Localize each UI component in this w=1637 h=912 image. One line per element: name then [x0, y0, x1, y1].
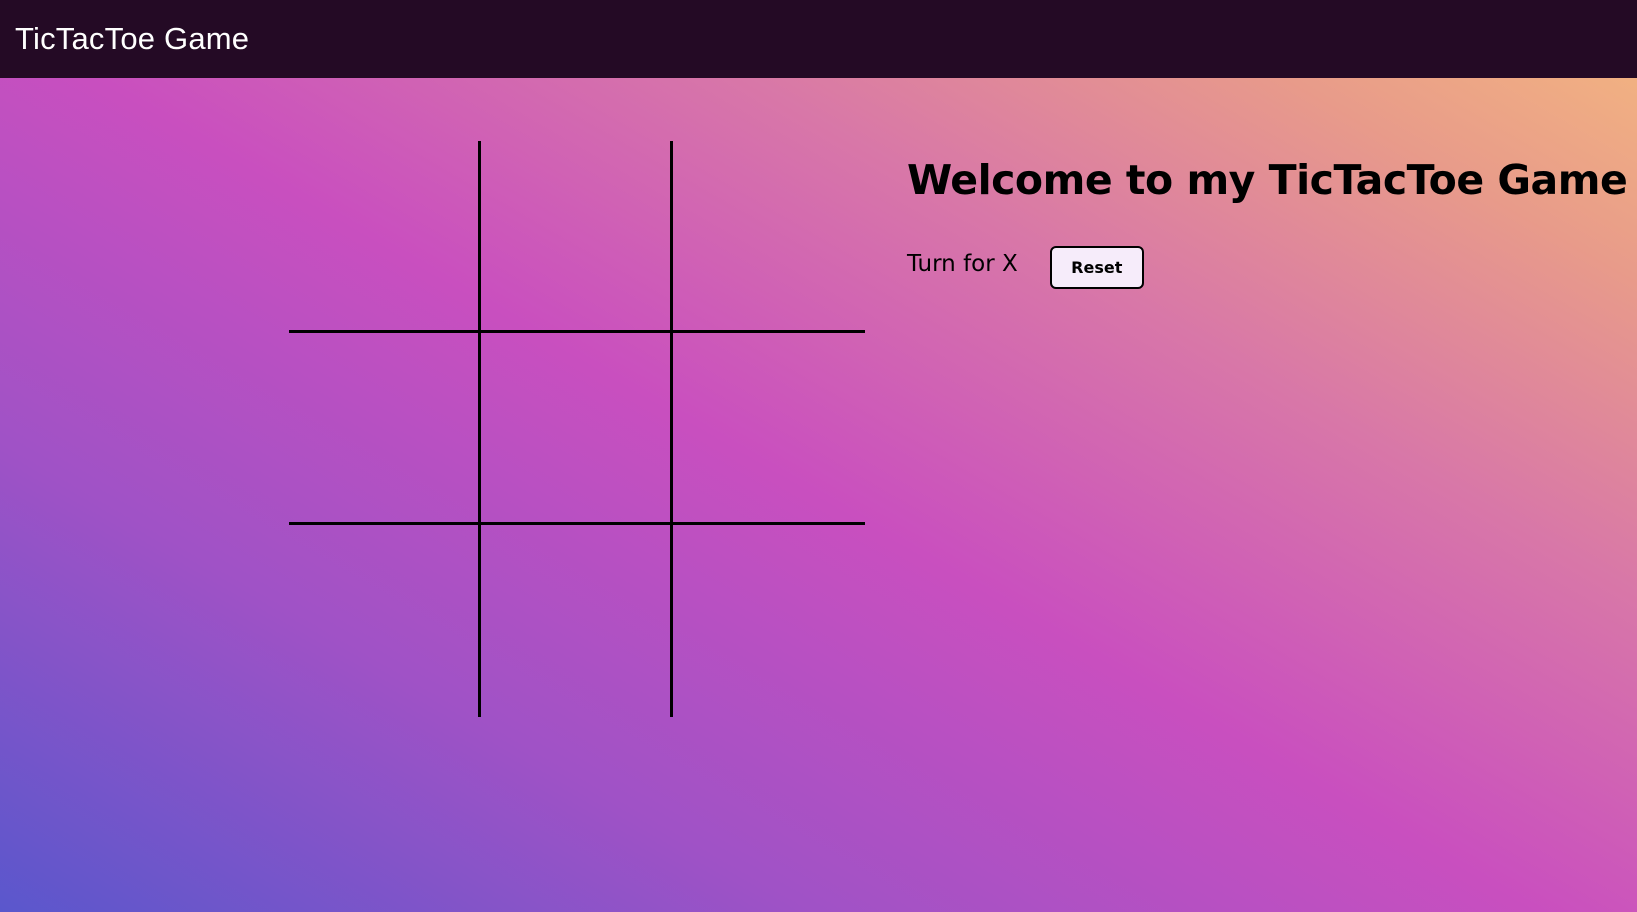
game-board [289, 141, 865, 717]
board-cell-7[interactable] [481, 525, 673, 717]
navbar: TicTacToe Game [0, 0, 1637, 78]
reset-button[interactable]: Reset [1049, 246, 1144, 289]
board-cell-4[interactable] [481, 333, 673, 525]
board-cell-5[interactable] [673, 333, 865, 525]
board-cell-8[interactable] [673, 525, 865, 717]
board-cell-3[interactable] [289, 333, 481, 525]
turn-indicator: Turn for X [907, 250, 1018, 277]
board-cell-1[interactable] [481, 141, 673, 333]
board-cell-0[interactable] [289, 141, 481, 333]
board-cell-2[interactable] [673, 141, 865, 333]
status-row: Turn for X Reset [907, 238, 1627, 289]
navbar-brand[interactable]: TicTacToe Game [15, 21, 249, 57]
board-cell-6[interactable] [289, 525, 481, 717]
welcome-heading: Welcome to my TicTacToe Game [907, 156, 1628, 204]
info-panel: Welcome to my TicTacToe Game Turn for X … [907, 156, 1628, 289]
